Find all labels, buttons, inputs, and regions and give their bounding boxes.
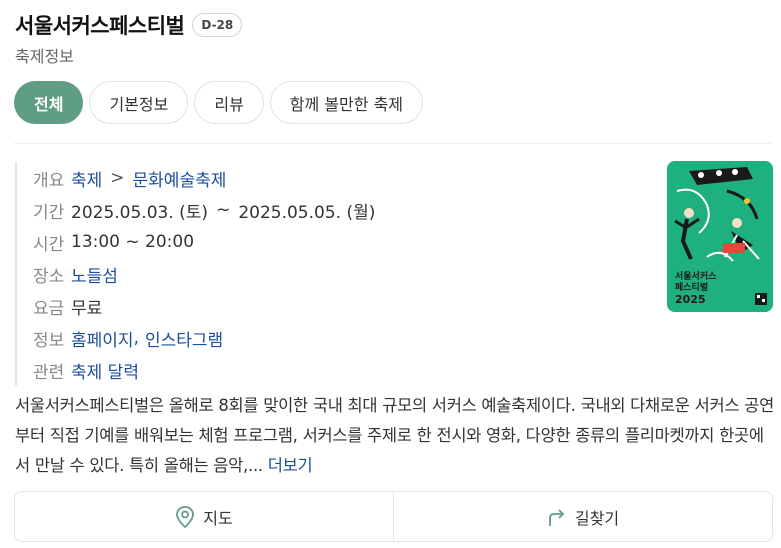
instagram-link[interactable]: 인스타그램 bbox=[145, 326, 223, 351]
tab-bar: 전체 기본정보 리뷰 함께 볼만한 축제 bbox=[14, 81, 424, 124]
chevron-right-icon: > bbox=[110, 168, 125, 188]
category-link[interactable]: 축제 bbox=[71, 166, 102, 191]
poster-illustration: 서울서커스 페스티벌 2025 bbox=[667, 161, 773, 312]
period-start: 2025.05.03. (토) bbox=[71, 202, 209, 223]
poster-title-line2: 페스티벌 bbox=[675, 281, 708, 293]
action-bar: 지도 길찾기 bbox=[14, 491, 773, 542]
place-link[interactable]: 노들섬 bbox=[71, 262, 118, 287]
map-pin-icon bbox=[176, 505, 195, 528]
directions-button-label: 길찾기 bbox=[574, 508, 620, 528]
info-row-period: 기간 2025.05.03. (토) ~ 2025.05.05. (월) bbox=[17, 194, 655, 226]
more-link[interactable]: 더보기 bbox=[268, 456, 313, 475]
period-end: 2025.05.05. (월) bbox=[238, 202, 376, 223]
info-list: 개요 축제 > 문화예술축제 기간 2025.05.03. (토) ~ 2025… bbox=[15, 162, 655, 386]
tab-related-festivals[interactable]: 함께 볼만한 축제 bbox=[269, 81, 424, 124]
poster-year: 2025 bbox=[675, 293, 706, 306]
time-label: 시간 bbox=[33, 234, 65, 255]
related-label: 관련 bbox=[33, 362, 65, 383]
map-button[interactable]: 지도 bbox=[15, 492, 393, 541]
description-text: 서울서커스페스티벌은 올해로 8회를 맞이한 국내 최대 규모의 서커스 예술축… bbox=[15, 396, 774, 475]
period-label: 기간 bbox=[33, 202, 65, 223]
info-row-fee: 요금 무료 bbox=[17, 290, 655, 322]
fee-label: 요금 bbox=[33, 298, 65, 319]
page-title: 서울서커스페스티벌 bbox=[15, 14, 185, 38]
fee-value: 무료 bbox=[71, 298, 103, 319]
directions-button[interactable]: 길찾기 bbox=[393, 492, 772, 541]
place-label: 장소 bbox=[33, 266, 65, 287]
poster-title-line1: 서울서커스 bbox=[675, 270, 717, 282]
info-row-links: 정보 홈페이지 , 인스타그램 bbox=[17, 322, 655, 354]
description: 서울서커스페스티벌은 올해로 8회를 맞이한 국내 최대 규모의 서커스 예술축… bbox=[15, 391, 775, 481]
dday-badge: D-28 bbox=[192, 13, 243, 37]
category-label: 축제정보 bbox=[15, 47, 74, 66]
festival-calendar-link[interactable]: 축제 달력 bbox=[71, 358, 139, 383]
tab-all[interactable]: 전체 bbox=[14, 81, 84, 124]
time-value: 13:00 ~ 20:00 bbox=[71, 232, 195, 252]
divider bbox=[14, 143, 771, 144]
info-row-time: 시간 13:00 ~ 20:00 bbox=[17, 226, 655, 258]
header: 서울서커스페스티벌 D-28 bbox=[15, 10, 243, 40]
info-row-related: 관련 축제 달력 bbox=[17, 354, 655, 386]
tab-review[interactable]: 리뷰 bbox=[194, 81, 264, 124]
info-row-place: 장소 노들섬 bbox=[17, 258, 655, 290]
info-row-overview: 개요 축제 > 문화예술축제 bbox=[17, 162, 655, 194]
period-tilde: ~ bbox=[216, 200, 231, 220]
homepage-link[interactable]: 홈페이지 bbox=[71, 326, 134, 351]
directions-arrow-icon bbox=[549, 508, 565, 526]
festival-poster[interactable]: 서울서커스 페스티벌 2025 bbox=[667, 161, 773, 312]
map-button-label: 지도 bbox=[203, 508, 233, 528]
links-label: 정보 bbox=[33, 330, 65, 351]
overview-label: 개요 bbox=[33, 170, 65, 191]
subcategory-link[interactable]: 문화예술축제 bbox=[133, 166, 227, 191]
tab-basic-info[interactable]: 기본정보 bbox=[89, 81, 189, 124]
links-comma: , bbox=[133, 328, 139, 348]
